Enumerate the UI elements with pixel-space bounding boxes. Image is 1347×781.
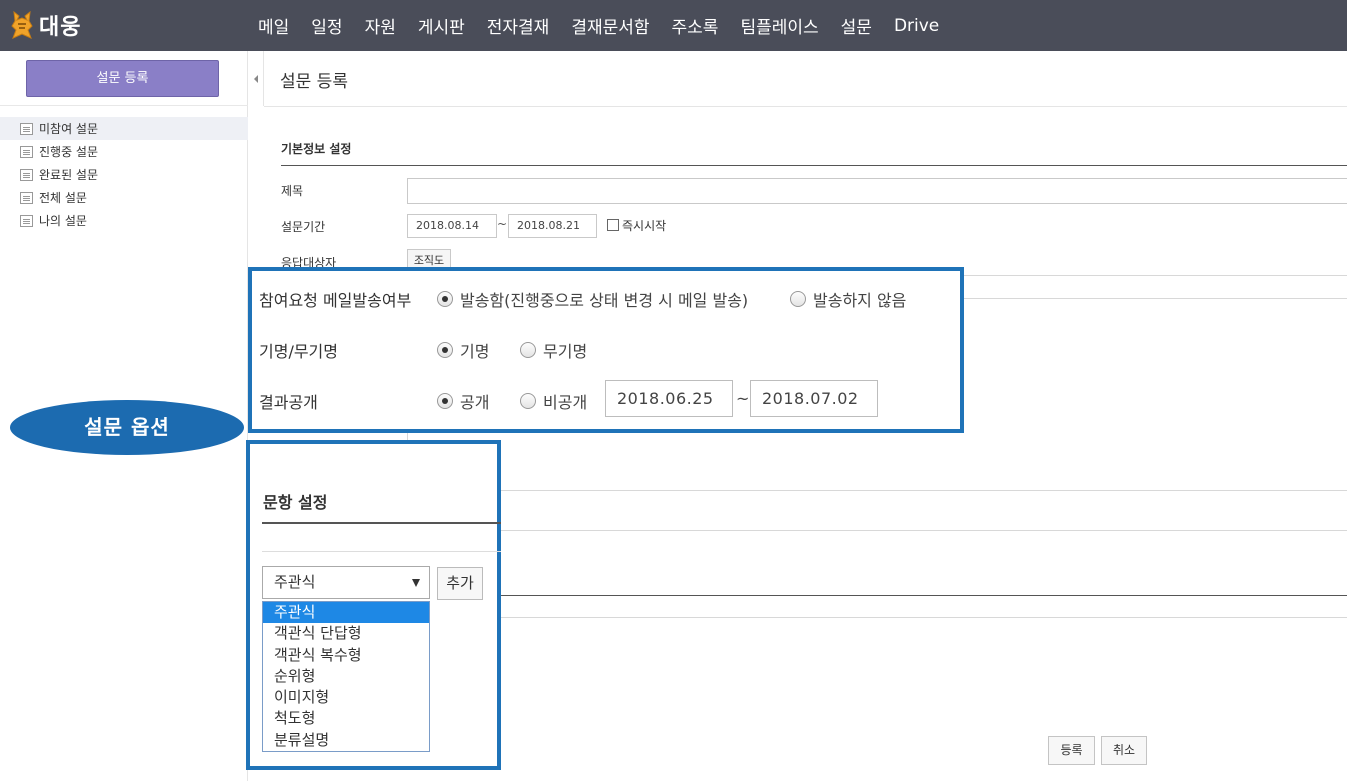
survey-options-highlight: 참여요청 메일발송여부 발송함(진행중으로 상태 변경 시 메일 발송) 발송하… bbox=[248, 267, 964, 433]
main-nav: 메일 일정 자원 게시판 전자결재 결재문서함 주소록 팀플레이스 설문 Dri… bbox=[247, 0, 950, 51]
period-label: 설문기간 bbox=[281, 220, 326, 234]
cancel-button[interactable]: 취소 bbox=[1101, 736, 1147, 765]
result-private-label: 비공개 bbox=[543, 393, 588, 412]
period-tilde: ~ bbox=[497, 217, 508, 231]
title-label: 제목 bbox=[281, 184, 304, 198]
section-divider bbox=[262, 522, 501, 524]
question-type-option[interactable]: 분류설명 bbox=[263, 730, 429, 751]
result-tilde: ~ bbox=[736, 389, 750, 408]
form-row-divider bbox=[500, 530, 1347, 531]
mail-request-label: 참여요청 메일발송여부 bbox=[259, 291, 412, 310]
sidebar-item-not-participated[interactable]: 미참여 설문 bbox=[0, 117, 248, 140]
list-doc-icon bbox=[20, 145, 33, 158]
question-type-option[interactable]: 객관식 단답형 bbox=[263, 623, 429, 644]
period-end-input[interactable]: 2018.08.21 bbox=[508, 214, 597, 238]
nav-schedule[interactable]: 일정 bbox=[311, 13, 342, 38]
logo[interactable]: 대웅 bbox=[10, 9, 81, 41]
question-type-option[interactable]: 주관식 bbox=[263, 602, 429, 624]
list-doc-icon bbox=[20, 168, 33, 181]
result-public-radio[interactable] bbox=[437, 393, 453, 409]
nav-drive[interactable]: Drive bbox=[894, 16, 939, 36]
mail-no-send-radio[interactable] bbox=[790, 291, 806, 307]
question-type-select[interactable]: 주관식 bbox=[262, 566, 430, 599]
sidebar-item-label: 나의 설문 bbox=[39, 214, 87, 228]
nav-resource[interactable]: 자원 bbox=[365, 13, 396, 38]
question-settings-title: 문항 설정 bbox=[263, 493, 328, 512]
sidebar-item-label: 전체 설문 bbox=[39, 191, 87, 205]
nav-survey[interactable]: 설문 bbox=[841, 13, 872, 38]
anonymous-label: 무기명 bbox=[543, 342, 588, 361]
form-row-divider bbox=[500, 490, 1347, 491]
mail-send-label: 발송함(진행중으로 상태 변경 시 메일 발송) bbox=[460, 291, 749, 310]
result-private-radio[interactable] bbox=[520, 393, 536, 409]
list-doc-icon bbox=[20, 122, 33, 135]
daewoong-bear-logo-icon bbox=[10, 10, 34, 40]
survey-options-callout: 설문 옵션 bbox=[10, 400, 244, 455]
anonymous-radio[interactable] bbox=[520, 342, 536, 358]
question-settings-highlight: 문항 설정 주관식 추가 주관식 객관식 단답형 객관식 복수형 순위형 이미지… bbox=[246, 440, 501, 770]
named-radio[interactable] bbox=[437, 342, 453, 358]
nav-team-place[interactable]: 팀플레이스 bbox=[740, 13, 818, 38]
result-disclosure-label: 결과공개 bbox=[259, 393, 318, 412]
sidebar-item-label: 미참여 설문 bbox=[39, 122, 99, 136]
register-button[interactable]: 등록 bbox=[1048, 736, 1095, 765]
sidebar-divider bbox=[0, 105, 248, 106]
question-type-dropdown: 주관식 객관식 단답형 객관식 복수형 순위형 이미지형 척도형 분류설명 bbox=[262, 601, 430, 752]
form-row-divider bbox=[500, 617, 1347, 618]
nav-approval[interactable]: 전자결재 bbox=[487, 13, 550, 38]
section-divider bbox=[281, 165, 1347, 166]
result-public-label: 공개 bbox=[460, 393, 490, 412]
sidebar-item-all[interactable]: 전체 설문 bbox=[0, 186, 248, 209]
result-start-date-input[interactable]: 2018.06.25 bbox=[605, 380, 733, 417]
nav-address-book[interactable]: 주소록 bbox=[672, 13, 719, 38]
list-doc-icon bbox=[20, 214, 33, 227]
nav-board[interactable]: 게시판 bbox=[418, 13, 465, 38]
sidebar-item-in-progress[interactable]: 진행중 설문 bbox=[0, 140, 248, 163]
sidebar-item-label: 진행중 설문 bbox=[39, 145, 99, 159]
named-anonymous-label: 기명/무기명 bbox=[259, 342, 338, 361]
period-start-input[interactable]: 2018.08.14 bbox=[407, 214, 497, 238]
result-end-date-input[interactable]: 2018.07.02 bbox=[750, 380, 878, 417]
section-divider bbox=[262, 551, 501, 552]
list-doc-icon bbox=[20, 191, 33, 204]
immediate-start-label: 즉시시작 bbox=[622, 219, 667, 233]
nav-approval-box[interactable]: 결재문서함 bbox=[571, 13, 649, 38]
mail-no-send-label: 발송하지 않음 bbox=[813, 291, 907, 310]
question-type-option[interactable]: 순위형 bbox=[263, 666, 429, 687]
chevron-left-icon bbox=[254, 75, 258, 83]
immediate-start-checkbox[interactable] bbox=[607, 219, 619, 231]
register-survey-button[interactable]: 설문 등록 bbox=[26, 60, 219, 97]
logo-text: 대웅 bbox=[39, 15, 82, 40]
nav-mail[interactable]: 메일 bbox=[258, 13, 289, 38]
basic-info-section-title: 기본정보 설정 bbox=[281, 142, 352, 156]
title-divider bbox=[264, 106, 1347, 107]
page-title: 설문 등록 bbox=[280, 72, 348, 92]
question-type-option[interactable]: 척도형 bbox=[263, 708, 429, 729]
sidebar-item-completed[interactable]: 완료된 설문 bbox=[0, 163, 248, 186]
caret-down-icon bbox=[412, 579, 420, 587]
top-nav-bar: 대웅 메일 일정 자원 게시판 전자결재 결재문서함 주소록 팀플레이스 설문 … bbox=[0, 0, 1347, 51]
named-label: 기명 bbox=[460, 342, 490, 361]
question-type-selected: 주관식 bbox=[274, 573, 316, 591]
sidebar-item-mine[interactable]: 나의 설문 bbox=[0, 209, 248, 232]
form-row-divider bbox=[500, 595, 1347, 596]
sidebar-item-label: 완료된 설문 bbox=[39, 168, 99, 182]
question-type-option[interactable]: 객관식 복수형 bbox=[263, 645, 429, 666]
sidebar-collapse-handle[interactable] bbox=[249, 51, 264, 106]
add-question-button[interactable]: 추가 bbox=[437, 567, 483, 600]
mail-send-radio[interactable] bbox=[437, 291, 453, 307]
question-type-option[interactable]: 이미지형 bbox=[263, 687, 429, 708]
sidebar-list: 미참여 설문 진행중 설문 완료된 설문 전체 설문 나의 설문 bbox=[0, 117, 248, 232]
title-input[interactable] bbox=[407, 178, 1347, 204]
